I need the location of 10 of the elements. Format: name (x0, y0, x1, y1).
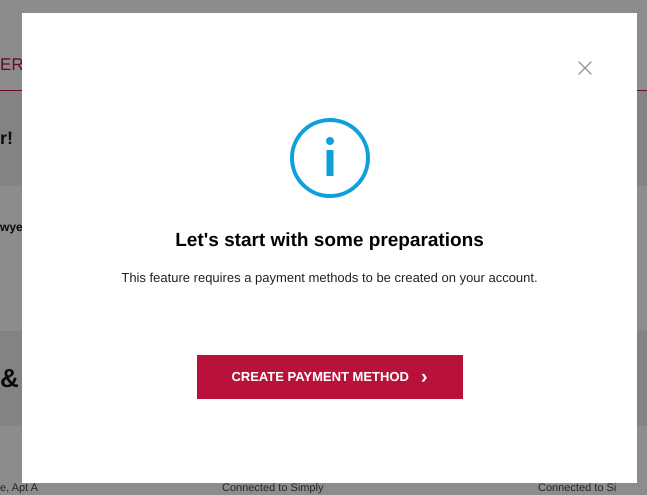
status-text: Connected to Simply (222, 483, 324, 494)
section-heading: & (0, 362, 19, 395)
info-icon (288, 117, 370, 199)
status-text: Connected to Si (538, 483, 616, 494)
dialog-message: This feature requires a payment methods to be created on your account. (121, 268, 538, 287)
row-text: wye (0, 219, 23, 236)
dialog-title: Let's start with some preparations (175, 229, 484, 253)
address-text: e, Apt A (0, 483, 39, 494)
create-payment-method-button[interactable]: CREATE PAYMENT METHOD › (196, 355, 462, 399)
greeting-text: r! (0, 127, 13, 150)
